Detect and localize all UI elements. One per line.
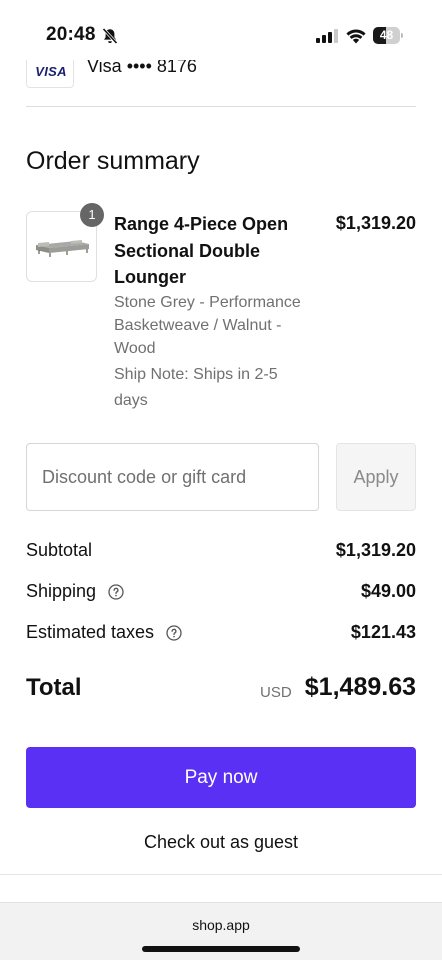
subtotal-value: $1,319.20 <box>335 540 416 560</box>
subtotal-label: Subtotal <box>26 540 93 560</box>
order-summary-title: Order summary <box>26 147 200 175</box>
currency-code: USD <box>260 684 292 701</box>
discount-code-input[interactable] <box>26 443 319 511</box>
cellular-signal-icon <box>316 29 338 43</box>
wifi-icon <box>346 29 366 44</box>
shipping-label: Shipping <box>26 581 97 601</box>
help-circle-icon[interactable] <box>166 625 182 641</box>
help-circle-icon[interactable] <box>108 584 124 600</box>
check-out-as-guest-link[interactable]: Check out as guest <box>0 832 442 853</box>
shipping-row: Shipping <box>26 581 124 602</box>
quantity-badge: 1 <box>80 203 104 227</box>
status-time: 20:48 <box>46 24 96 45</box>
visa-brand-text: VISA <box>35 64 67 79</box>
pay-now-button[interactable]: Pay now <box>26 747 416 808</box>
browser-url-bar[interactable]: shop.app <box>0 902 442 960</box>
total-label: Total <box>26 674 82 701</box>
shipping-value: $49.00 <box>360 581 416 601</box>
url-text: shop.app <box>192 917 250 933</box>
battery-icon: 48 <box>373 27 403 44</box>
total-value: $1,489.63 <box>304 673 416 701</box>
divider <box>0 874 442 875</box>
taxes-label: Estimated taxes <box>26 622 155 642</box>
home-indicator[interactable] <box>142 946 300 952</box>
apply-discount-button[interactable]: Apply <box>336 443 416 511</box>
product-price: $1,319.20 <box>335 213 416 233</box>
battery-level-text: 48 <box>379 28 394 42</box>
product-name: Range 4-Piece Open Sectional Double Loun… <box>114 214 289 287</box>
status-bar: 20:48 48 <box>0 0 442 60</box>
ship-note: Ship Note: Ships in 2-5 days <box>114 366 278 409</box>
bell-slash-icon <box>102 27 118 45</box>
taxes-row: Estimated taxes <box>26 622 182 643</box>
taxes-value: $121.43 <box>350 622 416 642</box>
product-variant: Stone Grey - Performance Basketweave / W… <box>114 294 301 357</box>
divider <box>26 106 416 107</box>
